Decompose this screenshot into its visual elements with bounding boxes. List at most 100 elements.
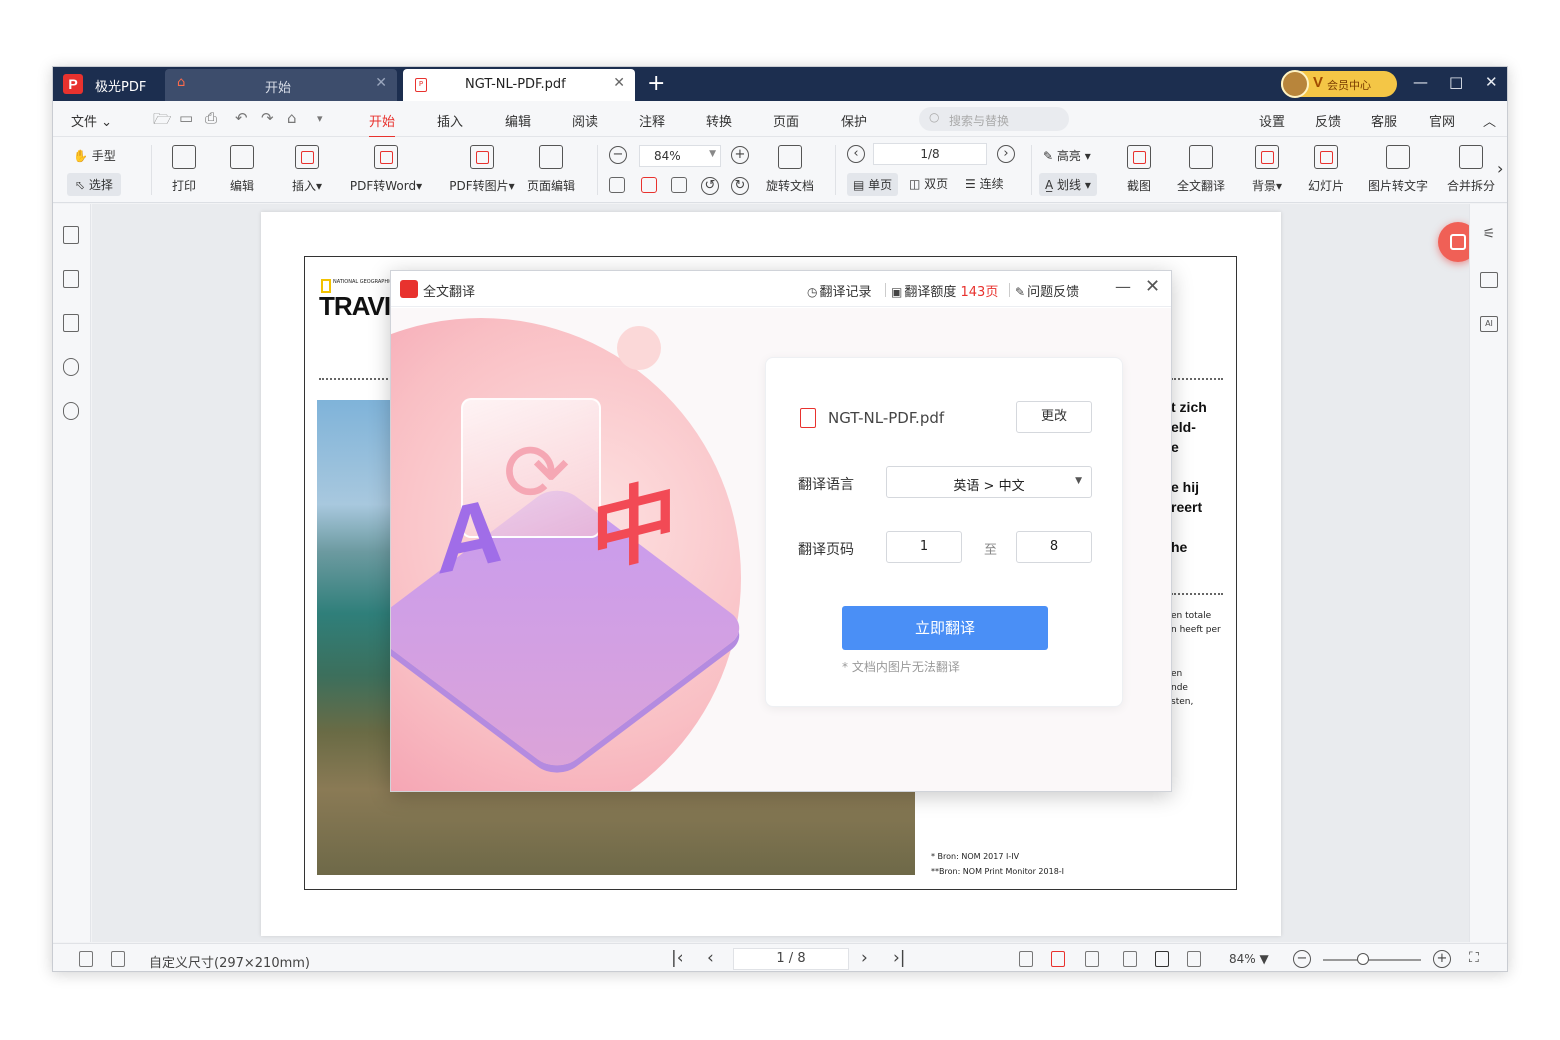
- thumbnails-icon[interactable]: [63, 270, 79, 288]
- translate-quota-link[interactable]: ▣ 翻译额度 143页: [891, 281, 998, 300]
- status-actual-size-icon[interactable]: [1019, 951, 1033, 967]
- bookmark-icon[interactable]: [63, 226, 79, 244]
- edit-button[interactable]: 编辑: [227, 145, 257, 194]
- menu-edit[interactable]: 编辑: [505, 111, 531, 130]
- translate-now-button[interactable]: 立即翻译: [842, 606, 1048, 650]
- properties-icon[interactable]: ⚟: [1480, 227, 1498, 244]
- status-page-indicator[interactable]: 1 / 8: [733, 948, 849, 970]
- zoom-in-icon[interactable]: +: [731, 146, 749, 164]
- new-tab-button[interactable]: +: [647, 71, 665, 96]
- menu-feedback[interactable]: 反馈: [1315, 111, 1341, 130]
- fit-width-icon[interactable]: [671, 177, 687, 193]
- status-single-page-icon[interactable]: [1155, 951, 1169, 967]
- ribbon-scroll-right-icon[interactable]: ›: [1497, 159, 1503, 178]
- page-edit-button[interactable]: 页面编辑: [525, 145, 577, 194]
- translate-language-select[interactable]: 英语 > 中文 ▼: [886, 466, 1092, 498]
- search-panel-icon[interactable]: [63, 358, 79, 376]
- save-icon[interactable]: ▭: [179, 109, 193, 127]
- pdf-to-word-button[interactable]: PDF转Word▾: [343, 145, 429, 194]
- full-translate-button[interactable]: 全文翻译: [1173, 145, 1229, 194]
- prev-document-icon[interactable]: [79, 951, 93, 967]
- menu-read[interactable]: 阅读: [572, 111, 598, 130]
- attachment-icon[interactable]: [63, 402, 79, 420]
- redo-icon[interactable]: ↷: [261, 109, 274, 127]
- prev-page-icon[interactable]: ‹: [847, 145, 865, 163]
- open-folder-icon[interactable]: 🗁: [153, 109, 172, 134]
- next-page-icon[interactable]: ›: [997, 145, 1015, 163]
- hand-tool-button[interactable]: ✋ 手型: [73, 147, 116, 164]
- menu-settings[interactable]: 设置: [1259, 111, 1285, 130]
- menu-insert[interactable]: 插入: [437, 111, 463, 130]
- page-to-input[interactable]: 8: [1016, 531, 1092, 563]
- background-button[interactable]: 背景▾: [1247, 145, 1287, 194]
- rotate-left-icon[interactable]: ↺: [701, 177, 719, 195]
- menu-file[interactable]: 文件 ⌄: [71, 111, 112, 130]
- menu-convert[interactable]: 转换: [706, 111, 732, 130]
- collapse-ribbon-icon[interactable]: ︿: [1483, 111, 1496, 130]
- undo-icon[interactable]: ↶: [235, 109, 248, 127]
- print-quick-icon[interactable]: ⎙: [205, 109, 217, 127]
- chat-translate-icon[interactable]: [1480, 272, 1498, 288]
- image-to-text-button[interactable]: 图片转文字: [1365, 145, 1431, 194]
- continuous-button[interactable]: ☰ 连续: [965, 175, 1004, 192]
- tab-start-close-icon[interactable]: ✕: [375, 75, 387, 91]
- first-page-icon[interactable]: |‹: [671, 948, 684, 968]
- translate-history-link[interactable]: ◷ 翻译记录: [807, 281, 872, 300]
- maximize-button[interactable]: □: [1449, 73, 1463, 91]
- ai-icon[interactable]: AI: [1480, 316, 1498, 332]
- status-continuous-icon[interactable]: [1123, 951, 1137, 967]
- feedback-link[interactable]: ✎ 问题反馈: [1015, 281, 1079, 300]
- highlight-button[interactable]: ✎ 高亮 ▾: [1043, 147, 1091, 164]
- screenshot-button[interactable]: 截图: [1121, 145, 1157, 194]
- rotate-doc-button[interactable]: 旋转文档: [761, 145, 819, 194]
- page-number-input[interactable]: 1/8: [873, 143, 987, 165]
- zoom-slider[interactable]: [1323, 959, 1421, 961]
- merge-split-button[interactable]: 合并拆分: [1447, 145, 1495, 194]
- comments-icon[interactable]: [63, 314, 79, 332]
- vip-center-button[interactable]: V 会员中心: [1281, 70, 1397, 98]
- print-button[interactable]: 打印: [169, 145, 199, 194]
- menu-page[interactable]: 页面: [773, 111, 799, 130]
- minimize-button[interactable]: —: [1413, 73, 1428, 91]
- fullscreen-icon[interactable]: ⛶: [1469, 950, 1479, 966]
- home-quick-icon[interactable]: ⌂: [287, 109, 297, 127]
- menu-annotate[interactable]: 注释: [639, 111, 665, 130]
- page-from-input[interactable]: 1: [886, 531, 962, 563]
- last-page-icon[interactable]: ›|: [893, 948, 906, 968]
- dialog-minimize-button[interactable]: —: [1115, 277, 1131, 296]
- dialog-close-button[interactable]: ✕: [1145, 276, 1160, 297]
- fit-page-icon[interactable]: [641, 177, 657, 193]
- status-zoom[interactable]: 84% ▼: [1229, 952, 1269, 966]
- zoom-out-icon[interactable]: −: [609, 146, 627, 164]
- customize-chevron-icon[interactable]: ▾: [317, 112, 323, 125]
- search-box[interactable]: ○ 搜索与替换: [919, 107, 1069, 131]
- next-page-arrow-icon[interactable]: ›: [861, 948, 868, 968]
- tab-start[interactable]: ⌂ 开始 ✕: [165, 69, 397, 101]
- menu-protect[interactable]: 保护: [841, 111, 867, 130]
- menu-support[interactable]: 客服: [1371, 111, 1397, 130]
- slideshow-button[interactable]: 幻灯片: [1305, 145, 1347, 194]
- tab-document[interactable]: P NGT-NL-PDF.pdf ✕: [403, 69, 635, 101]
- floating-assistant-button[interactable]: [1438, 222, 1470, 262]
- double-page-button[interactable]: ◫ 双页: [909, 175, 948, 192]
- pdf-to-image-button[interactable]: PDF转图片▾: [441, 145, 523, 194]
- status-fit-width-icon[interactable]: [1085, 951, 1099, 967]
- menu-website[interactable]: 官网: [1429, 111, 1455, 130]
- rotate-right-icon[interactable]: ↻: [731, 177, 749, 195]
- status-zoom-out-icon[interactable]: −: [1293, 950, 1311, 968]
- next-document-icon[interactable]: [111, 951, 125, 967]
- menu-start[interactable]: 开始: [369, 111, 396, 138]
- insert-button[interactable]: 插入▾: [287, 145, 327, 194]
- actual-size-icon[interactable]: [609, 177, 625, 193]
- change-file-button[interactable]: 更改: [1016, 401, 1092, 433]
- status-zoom-in-icon[interactable]: +: [1433, 950, 1451, 968]
- status-fit-page-icon[interactable]: [1051, 951, 1065, 967]
- zoom-select[interactable]: 84% ▼: [639, 145, 721, 167]
- single-page-button[interactable]: ▤ 单页: [847, 173, 899, 196]
- underline-button[interactable]: A̲ 划线 ▾: [1039, 173, 1097, 196]
- tab-document-close-icon[interactable]: ✕: [613, 75, 625, 91]
- close-window-button[interactable]: ✕: [1485, 73, 1498, 91]
- status-double-page-icon[interactable]: [1187, 951, 1201, 967]
- previous-page-icon[interactable]: ‹: [707, 948, 714, 968]
- zoom-slider-thumb[interactable]: [1357, 953, 1369, 965]
